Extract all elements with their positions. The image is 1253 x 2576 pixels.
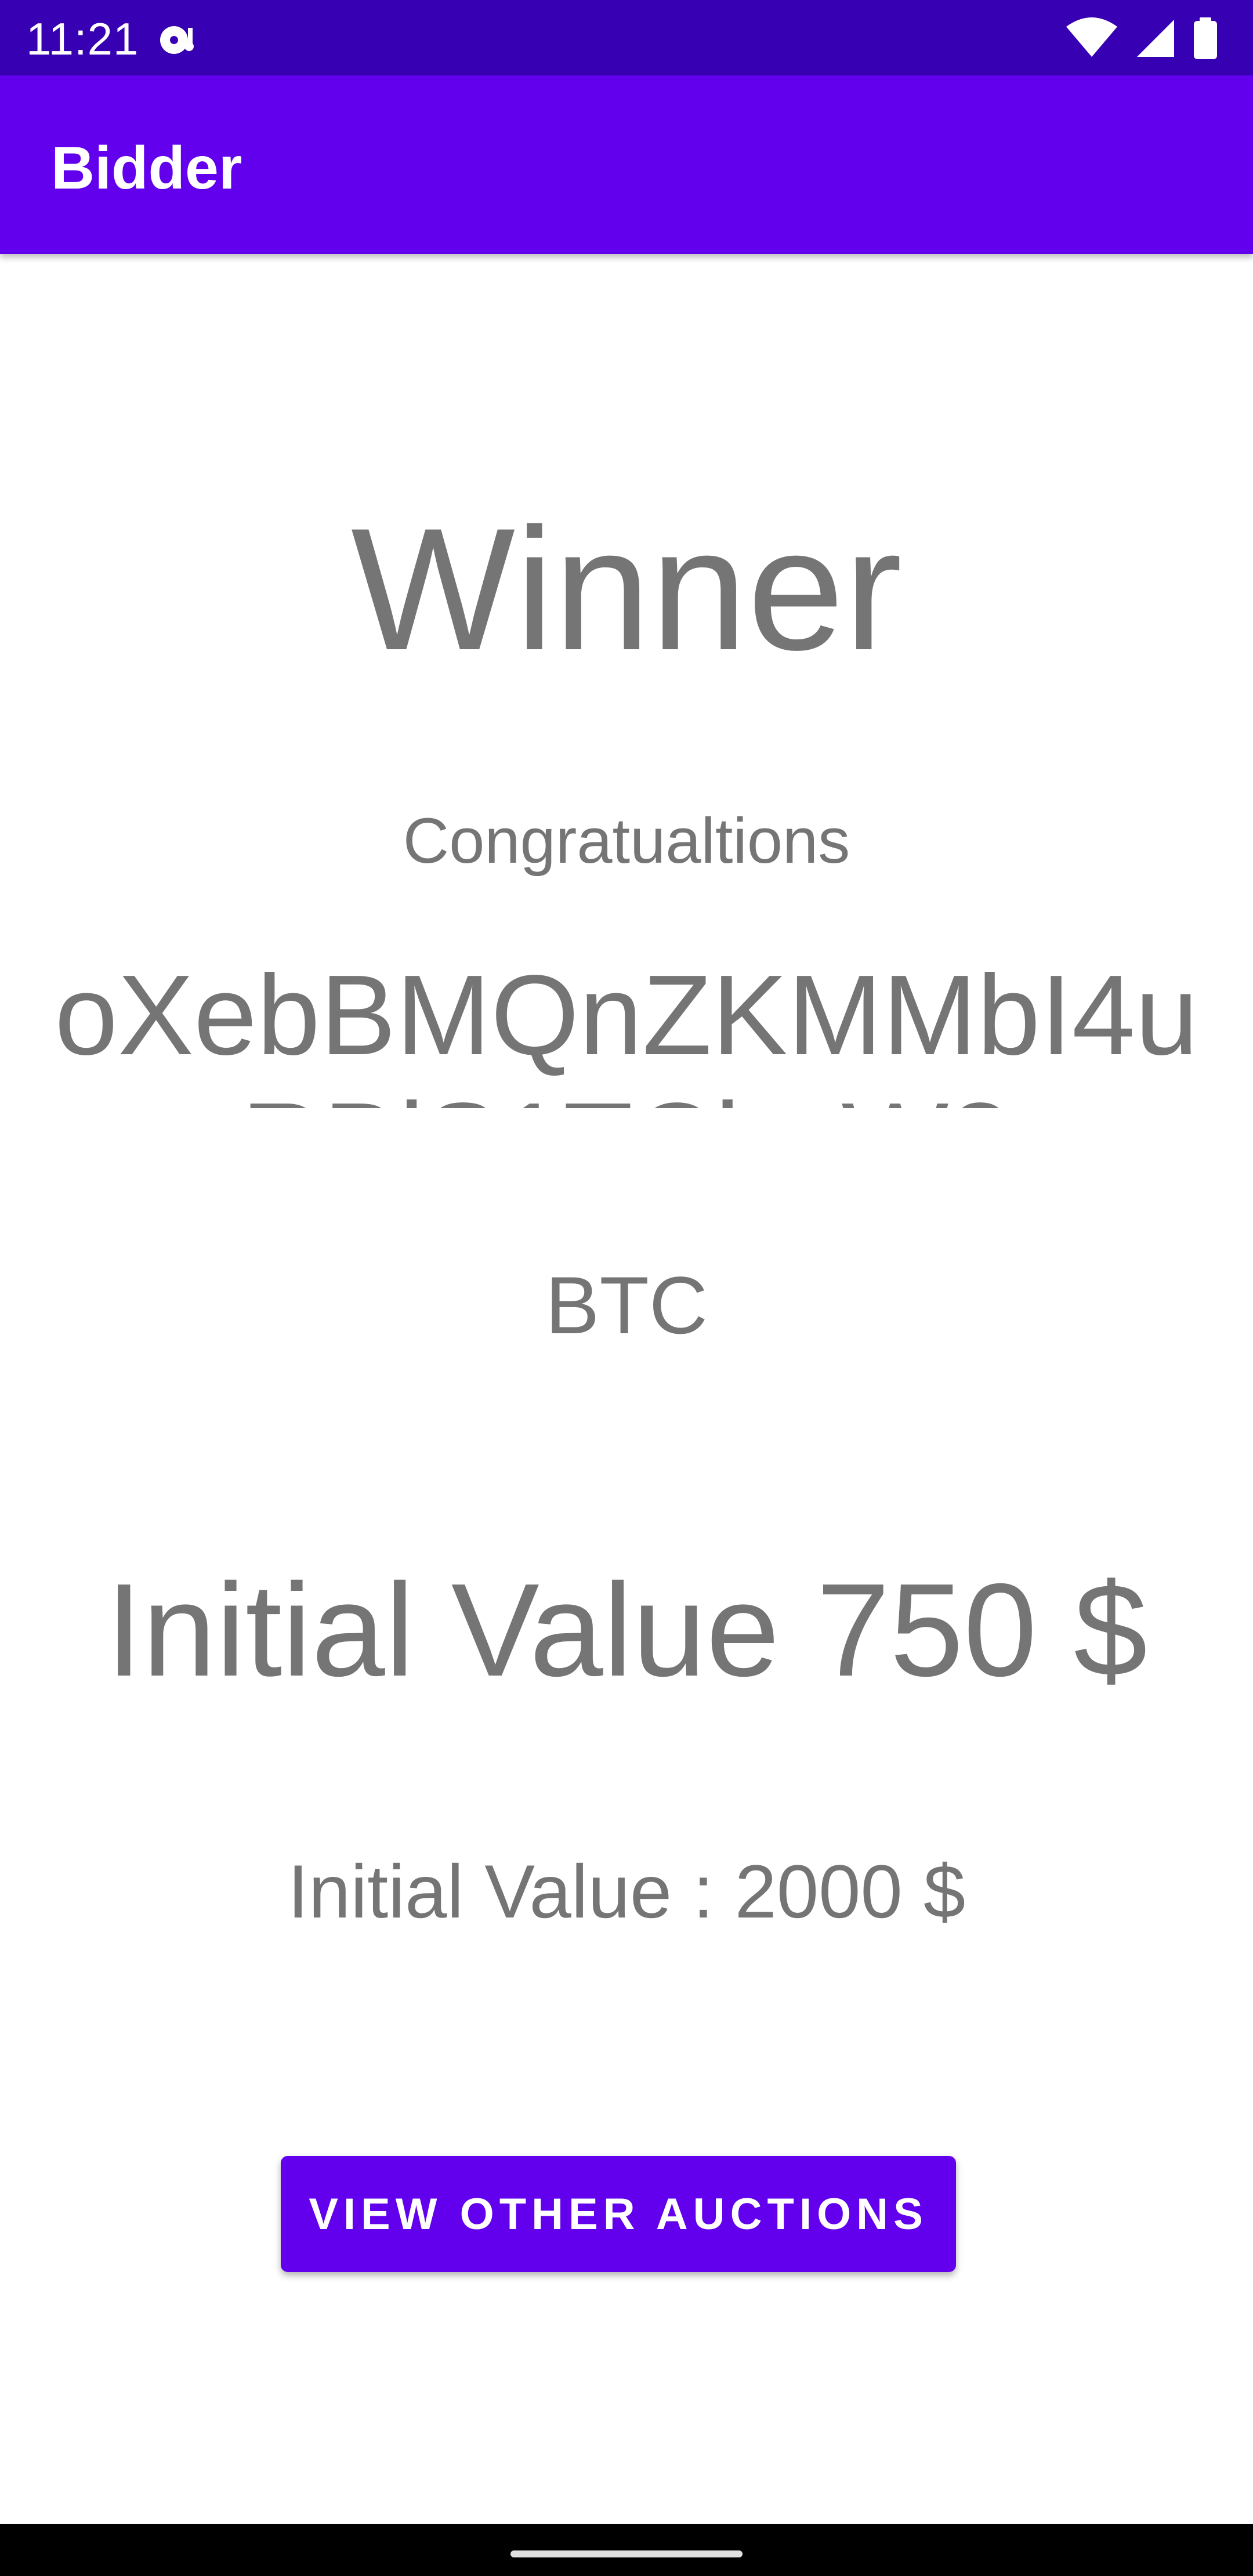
winner-heading: Winner xyxy=(350,491,903,686)
media-disc-icon xyxy=(160,26,194,54)
screen: 11:21 Bidder Winner Congratualtions oXeb xyxy=(0,0,1253,2576)
status-bar: 11:21 xyxy=(0,0,1253,75)
congrats-text: Congratualtions xyxy=(403,805,850,877)
winner-address-container: oXebBMQnZKMMbI4uRBiS1TCbnW8 xyxy=(0,951,1253,1108)
battery-icon xyxy=(1194,17,1217,59)
currency-label: BTC xyxy=(545,1260,708,1351)
app-bar: Bidder xyxy=(0,75,1253,254)
view-other-auctions-button[interactable]: VIEW OTHER AUCTIONS xyxy=(281,2156,956,2272)
cell-signal-icon xyxy=(1137,20,1174,57)
current-value-text: Initial Value 750 $ xyxy=(106,1557,1147,1704)
status-icons xyxy=(1065,17,1218,59)
wifi-icon xyxy=(1066,17,1117,57)
status-time: 11:21 xyxy=(26,13,139,64)
app-title: Bidder xyxy=(51,135,242,202)
winner-address: oXebBMQnZKMMbI4uRBiS1TCbnW8 xyxy=(55,951,1198,1108)
navigation-bar xyxy=(0,2524,1253,2576)
initial-value-text: Initial Value : 2000 $ xyxy=(287,1849,966,1934)
home-handle[interactable] xyxy=(510,2550,743,2557)
